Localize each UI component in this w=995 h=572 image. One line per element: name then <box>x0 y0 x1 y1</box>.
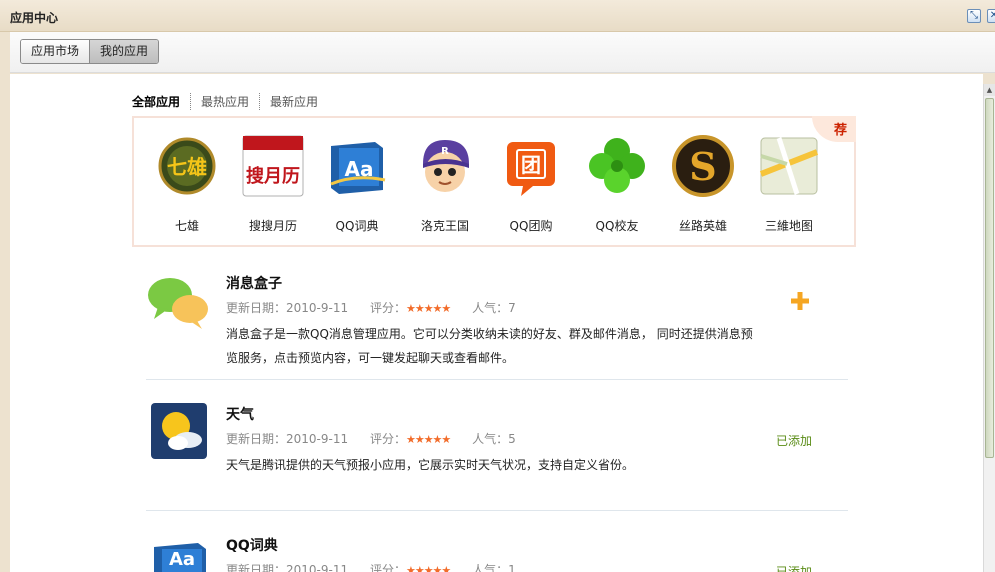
svg-text:Aa: Aa <box>169 549 195 570</box>
rating-label: 评分： <box>369 563 406 572</box>
app-meta: 更新日期：2010-9-11 评分：★★★★★ 人气：7 <box>226 299 516 316</box>
window-title: 应用中心 <box>10 11 59 25</box>
rec-app-label: 丝路英雄 <box>678 219 727 233</box>
soso-calendar-icon: 搜月历 <box>241 134 305 198</box>
app-name[interactable]: QQ词典 <box>226 535 278 555</box>
qq-classmates-clover-icon <box>585 134 649 198</box>
svg-text:七雄: 七雄 <box>167 155 207 179</box>
list-item: 天气 更新日期：2010-9-11 评分：★★★★★ 人气：5 天气是腾讯提供的… <box>146 402 848 484</box>
qq-dictionary-icon: Aa <box>148 535 212 572</box>
app-description: 天气是腾讯提供的天气预报小应用，它展示实时天气状况，支持自定义省份。 <box>226 458 635 472</box>
close-button[interactable]: ✕ <box>987 9 995 23</box>
divider <box>146 510 848 511</box>
tab-app-market[interactable]: 应用市场 <box>21 40 90 63</box>
svg-text:Aa: Aa <box>345 157 374 181</box>
rec-app-roco-kingdom[interactable]: R 洛克王国 <box>405 134 485 234</box>
app-description: 消息盒子是一款QQ消息管理应用。它可以分类收纳未读的好友、群及邮件消息， 同时还… <box>226 327 753 365</box>
app-meta: 更新日期：2010-9-11 评分：★★★★★ 人气：5 <box>226 430 516 447</box>
update-date-label: 更新日期： <box>226 563 287 572</box>
rec-app-3d-map[interactable]: 三維地图 <box>749 134 829 234</box>
rec-app-label: 七雄 <box>174 219 199 233</box>
rec-app-qq-classmates[interactable]: QQ校友 <box>577 134 657 234</box>
added-status: 已添加 <box>776 565 813 572</box>
rating-stars: ★★★★★ <box>405 564 451 572</box>
add-app-button[interactable] <box>789 290 811 312</box>
3d-map-icon <box>757 134 821 198</box>
scrollbar[interactable]: ▲ <box>983 84 995 572</box>
view-switch: 应用市场 我的应用 <box>20 39 160 64</box>
plus-icon <box>791 292 809 310</box>
update-date-label: 更新日期： <box>226 432 287 446</box>
rec-app-label: 三維地图 <box>764 219 813 233</box>
scroll-up-icon[interactable]: ▲ <box>984 84 995 96</box>
update-date: 2010-9-11 <box>286 432 349 446</box>
list-item: Aa QQ词典 更新日期：2010-9-11 评分：★★★★★ 人气：1 已添加 <box>146 535 848 572</box>
svg-text:团: 团 <box>521 153 541 177</box>
weather-icon <box>150 402 208 460</box>
rec-app-label: 搜搜月历 <box>248 219 297 233</box>
filter-new-apps[interactable]: 最新应用 <box>259 93 328 110</box>
update-date-label: 更新日期： <box>226 301 287 315</box>
popularity-value: 5 <box>508 432 516 446</box>
rec-app-qq-group-buy[interactable]: 团 QQ团购 <box>491 134 571 234</box>
rec-app-label: QQ校友 <box>595 219 639 233</box>
message-box-icon <box>146 273 210 337</box>
added-status: 已添加 <box>776 434 813 448</box>
qq-dictionary-icon: Aa <box>325 134 389 198</box>
restore-icon: ⤡ <box>970 10 978 21</box>
app-name[interactable]: 天气 <box>226 404 254 424</box>
silk-road-hero-icon: S <box>671 134 735 198</box>
svg-text:搜月历: 搜月历 <box>246 165 300 187</box>
qq-group-buy-icon: 团 <box>499 134 563 198</box>
filter-all-apps[interactable]: 全部应用 <box>132 93 190 110</box>
app-name[interactable]: 消息盒子 <box>226 273 282 293</box>
filter-hot-apps[interactable]: 最热应用 <box>190 93 259 110</box>
restore-button[interactable]: ⤡ <box>967 9 981 23</box>
tab-my-apps[interactable]: 我的应用 <box>89 40 159 63</box>
qixiong-game-icon: 七雄 <box>155 134 219 198</box>
rec-app-qq-dictionary[interactable]: Aa QQ词典 <box>317 134 397 234</box>
list-item: 消息盒子 更新日期：2010-9-11 评分：★★★★★ 人气：7 消息盒子是一… <box>146 273 848 368</box>
recommend-badge-text: 荐 <box>833 123 847 138</box>
toolbar: 应用市场 我的应用 <box>10 32 995 73</box>
rec-app-qixiong[interactable]: 七雄 七雄 <box>147 134 227 234</box>
divider <box>146 379 848 380</box>
update-date: 2010-9-11 <box>286 563 349 572</box>
rating-stars: ★★★★★ <box>405 302 451 315</box>
scroll-thumb[interactable] <box>985 98 994 458</box>
window-left-border <box>0 32 10 572</box>
rating-label: 评分： <box>369 432 406 446</box>
popularity-value: 1 <box>508 563 516 572</box>
popularity-value: 7 <box>508 301 516 315</box>
svg-text:R: R <box>441 146 449 157</box>
update-date: 2010-9-11 <box>286 301 349 315</box>
rating-label: 评分： <box>369 301 406 315</box>
rating-stars: ★★★★★ <box>405 433 451 446</box>
rec-app-soso-calendar[interactable]: 搜月历 搜搜月历 <box>233 134 313 234</box>
filter-tabs: 全部应用 最热应用 最新应用 <box>132 93 328 110</box>
rec-app-label: QQ词典 <box>335 219 379 233</box>
svg-text:S: S <box>689 144 716 189</box>
popularity-label: 人气： <box>472 432 509 446</box>
popularity-label: 人气： <box>472 563 509 572</box>
rec-app-silk-road-hero[interactable]: S 丝路英雄 <box>663 134 743 234</box>
rec-app-label: 洛克王国 <box>420 219 469 233</box>
popularity-label: 人气： <box>472 301 509 315</box>
title-bar: 应用中心 ⤡ ✕ <box>0 0 995 32</box>
roco-kingdom-icon: R <box>413 134 477 198</box>
rec-app-label: QQ团购 <box>509 219 553 233</box>
app-meta: 更新日期：2010-9-11 评分：★★★★★ 人气：1 <box>226 561 516 572</box>
close-icon: ✕ <box>989 10 995 21</box>
recommended-apps: 荐 七雄 七雄 搜月历 搜搜月历 Aa QQ词典 R 洛克王国 团 QQ团购 Q… <box>132 116 856 247</box>
